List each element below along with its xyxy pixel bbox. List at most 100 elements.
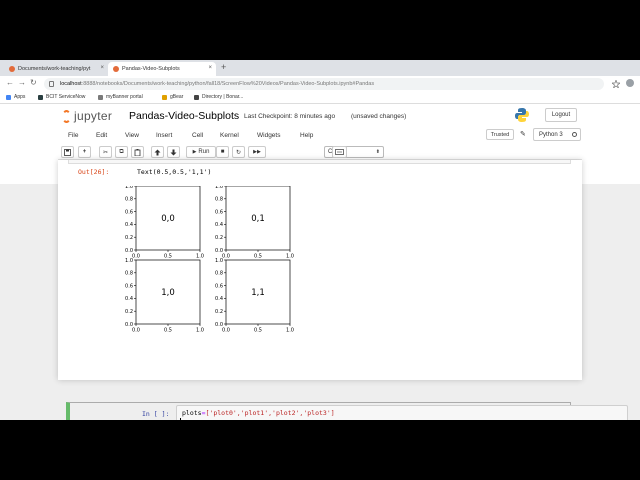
trusted-indicator[interactable]: Trusted [486, 129, 514, 140]
subplots-figure: 0.00.20.40.60.81.00.0 0.5 1.00,00.00.20.40… [125, 186, 294, 334]
folder-icon [162, 94, 167, 100]
output-text: Text(0.5,0.5,'1,1') [137, 168, 212, 176]
menu-insert[interactable]: Insert [156, 132, 172, 139]
subplot-annotation: 0,0 [161, 214, 175, 224]
jupyter-logo[interactable]: jupyter [62, 109, 112, 123]
menu-kernel[interactable]: Kernel [220, 132, 239, 139]
move-up-icon[interactable] [151, 146, 164, 158]
close-tab-icon[interactable]: × [100, 65, 104, 71]
close-tab-icon[interactable]: × [208, 65, 212, 71]
copy-icon[interactable]: ⧉ [115, 146, 128, 158]
x-tick-label: 0.0 [222, 254, 230, 260]
subplot-annotation: 1,1 [251, 288, 265, 298]
reload-icon[interactable]: ↻ [30, 78, 37, 87]
y-tick-label: 0.6 [125, 209, 133, 215]
restart-icon[interactable]: ↻ [232, 146, 245, 158]
kernel-status-icon [572, 132, 577, 137]
menu-edit[interactable]: Edit [96, 132, 107, 139]
run-button[interactable]: ▶ Run [186, 146, 216, 158]
logout-button[interactable]: Logout [545, 108, 577, 122]
forward-arrow-icon[interactable]: → [18, 78, 26, 87]
x-tick-label: 0.5 [254, 328, 262, 334]
menu-view[interactable]: View [125, 132, 139, 139]
notebook-title[interactable]: Pandas-Video-Subplots [129, 110, 239, 122]
notebook-container: Out[26]: Text(0.5,0.5,'1,1') 0.0 0.2 0.4 0.… [58, 160, 628, 420]
y-tick-label: 0.8 [215, 197, 223, 203]
profile-avatar[interactable] [626, 79, 634, 87]
menu-widgets[interactable]: Widgets [257, 132, 280, 139]
page-icon [194, 94, 199, 100]
url-host: localhost [60, 81, 82, 87]
y-tick-label: 0.8 [125, 271, 133, 277]
x-tick-label: 0.0 [132, 328, 140, 334]
x-tick-label: 1.0 [196, 254, 204, 260]
y-tick-label: 1.0 [215, 258, 223, 264]
notebook-toolbar: + ✂ ⧉ ▶ Run ■ ↻ ▶▶ Code ⬍ [58, 144, 582, 160]
new-tab-button[interactable]: + [221, 62, 226, 72]
run-icon: ▶ [192, 149, 197, 155]
x-tick-label: 0.5 [164, 328, 172, 334]
y-tick-label: 0.4 [125, 296, 133, 302]
browser-tab-documents[interactable]: Documents/work-teaching/pyt × [4, 62, 108, 76]
save-icon[interactable] [61, 146, 74, 158]
address-bar-row: ← → ↻ localhost:8888/notebooks/Documents… [0, 76, 640, 92]
keyboard-icon[interactable] [332, 146, 347, 158]
y-tick-label: 0.2 [215, 235, 223, 241]
back-arrow-icon[interactable]: ← [6, 78, 14, 87]
url-field[interactable]: localhost:8888/notebooks/Documents/work-… [44, 78, 604, 90]
y-tick-label: 0.6 [215, 209, 223, 215]
bookmark-gbear[interactable]: gBear [162, 94, 183, 100]
servicenow-icon [38, 94, 43, 100]
subplot-annotation: 1,0 [161, 288, 175, 298]
y-tick-label: 0.2 [125, 309, 133, 315]
x-tick-label: 1.0 [196, 328, 204, 334]
y-tick-label: 1.0 [125, 186, 133, 190]
bookmark-mybanner[interactable]: myBanner portal [98, 94, 143, 100]
subplot-annotation: 0,1 [251, 214, 265, 224]
menu-file[interactable]: File [68, 132, 78, 139]
menu-help[interactable]: Help [300, 132, 313, 139]
text-cursor [180, 418, 181, 420]
browser-tab-subplots[interactable]: Pandas-Video-Subplots × [108, 62, 216, 76]
y-tick-label: 0.6 [125, 283, 133, 289]
output-prompt: Out[26]: [78, 168, 110, 176]
x-tick-label: 0.5 [164, 254, 172, 260]
pencil-edit-icon[interactable]: ✎ [520, 130, 526, 138]
stop-icon[interactable]: ■ [216, 146, 229, 158]
info-icon[interactable] [49, 81, 54, 87]
apps-grid-icon [6, 94, 11, 100]
star-bookmark-icon[interactable] [612, 80, 620, 88]
python-logo-icon [515, 108, 529, 122]
browser-tab-bar: Documents/work-teaching/pyt × Pandas-Vid… [0, 60, 640, 76]
x-tick-label: 0.0 [222, 328, 230, 334]
checkpoint-status: Last Checkpoint: 8 minutes ago [244, 113, 336, 120]
y-tick-label: 0.4 [215, 296, 223, 302]
y-tick-label: 0.8 [215, 271, 223, 277]
unsaved-status: (unsaved changes) [351, 113, 407, 120]
add-cell-icon[interactable]: + [78, 146, 91, 158]
bookmark-apps[interactable]: Apps [6, 94, 25, 100]
tab-label: Documents/work-teaching/pyt [18, 66, 91, 72]
bookmarks-bar: Apps BCIT ServiceNow myBanner portal gBe… [0, 92, 640, 104]
x-tick-label: 1.0 [286, 328, 294, 334]
y-tick-label: 0.8 [125, 197, 133, 203]
y-tick-label: 1.0 [215, 186, 223, 190]
x-tick-label: 1.0 [286, 254, 294, 260]
jupyter-favicon-icon [113, 66, 119, 72]
bookmark-servicenow[interactable]: BCIT ServiceNow [38, 94, 85, 100]
bookmark-directory[interactable]: Directory | Bonar... [194, 94, 243, 100]
tab-label: Pandas-Video-Subplots [122, 66, 180, 72]
jupyter-favicon-icon [9, 66, 15, 72]
fast-forward-icon[interactable]: ▶▶ [248, 146, 266, 158]
kernel-indicator[interactable]: Python 3 [533, 128, 581, 141]
move-down-icon[interactable] [167, 146, 180, 158]
previous-cell-bottom [68, 160, 571, 164]
y-tick-label: 0.2 [215, 309, 223, 315]
input-prompt: In [ ]: [142, 410, 170, 418]
chevron-down-icon: ⬍ [375, 149, 380, 155]
y-tick-label: 0.6 [215, 283, 223, 289]
paste-icon[interactable] [131, 146, 144, 158]
cut-icon[interactable]: ✂ [99, 146, 112, 158]
y-tick-label: 1.0 [125, 258, 133, 264]
menu-cell[interactable]: Cell [192, 132, 203, 139]
